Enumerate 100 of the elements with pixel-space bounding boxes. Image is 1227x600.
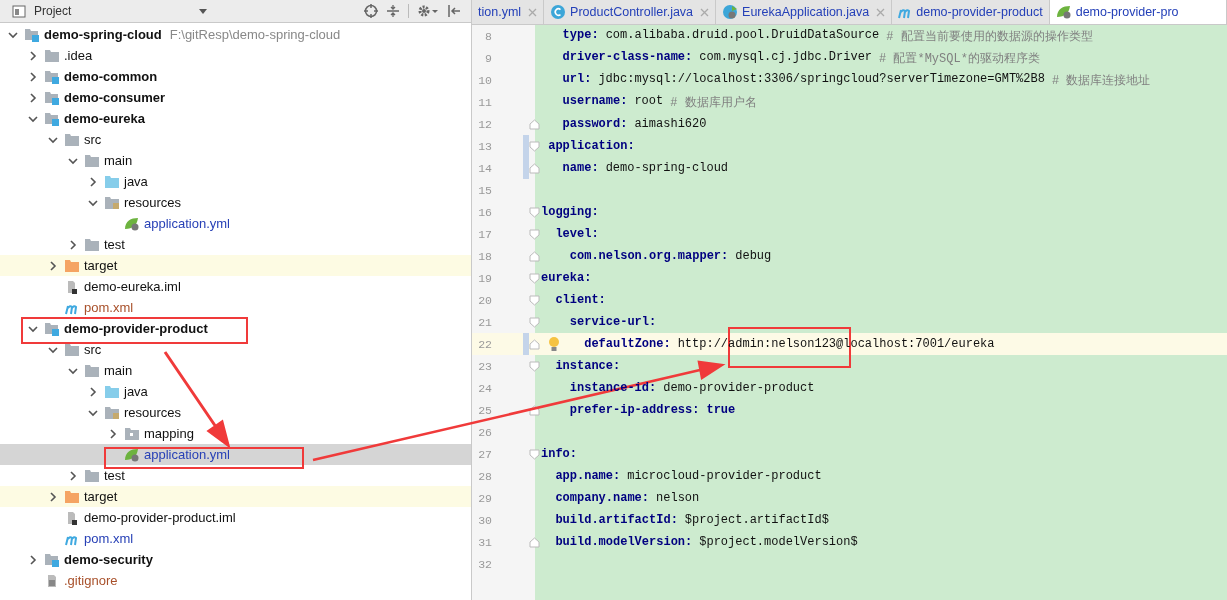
tree-item[interactable]: demo-common <box>0 66 471 87</box>
editor-tab[interactable]: tion.yml <box>472 0 545 24</box>
chevron-right-icon[interactable] <box>68 470 78 481</box>
settings-icon[interactable] <box>417 4 439 18</box>
chevron-right-icon[interactable] <box>28 554 38 565</box>
tree-item[interactable]: java <box>0 171 471 192</box>
editor-tab[interactable]: EurekaApplication.java <box>716 0 893 24</box>
item-label: java <box>124 174 148 189</box>
yaml-key: type: <box>562 27 599 45</box>
tree-item[interactable]: demo-provider-product <box>0 318 471 339</box>
class-icon <box>722 4 739 20</box>
tree-item[interactable]: java <box>0 381 471 402</box>
yaml-value: jdbc:mysql://localhost:3306/springcloud?serverTimezone=GMT%2B8 <box>598 71 1045 88</box>
item-label: demo-common <box>64 69 158 84</box>
collapse-icon[interactable] <box>386 4 400 18</box>
tree-item[interactable]: src <box>0 129 471 150</box>
tree-item[interactable]: src <box>0 339 471 360</box>
yaml-key: logging: <box>541 205 599 219</box>
caret-icon[interactable] <box>199 8 208 14</box>
chevron-right-icon[interactable] <box>68 239 78 250</box>
tree-item[interactable]: main <box>0 360 471 381</box>
yaml-value: root <box>634 93 664 110</box>
chevron-right-icon[interactable] <box>88 386 98 397</box>
item-label: demo-eureka <box>64 111 145 126</box>
chevron-down-icon[interactable] <box>48 134 58 145</box>
editor-tab[interactable]: demo-provider-pro <box>1049 0 1227 24</box>
chevron-down-icon[interactable] <box>88 407 98 418</box>
yaml-key: username: <box>562 93 628 111</box>
tree-item[interactable]: demo-eureka <box>0 108 471 129</box>
line-number: 14 <box>477 161 492 175</box>
chevron-right-icon[interactable] <box>28 50 38 61</box>
tree-item[interactable]: main <box>0 150 471 171</box>
tree-item[interactable]: demo-eureka.iml <box>0 276 471 297</box>
folder-icon <box>64 489 80 504</box>
fold-icon[interactable] <box>529 405 540 416</box>
tree-item[interactable]: demo-spring-cloud F:\gitResp\demo-spring-cloud <box>0 24 471 45</box>
tree-item[interactable]: .idea <box>0 45 471 66</box>
yaml-key: eureka: <box>541 271 592 285</box>
class-icon <box>550 4 567 20</box>
folder-icon <box>64 258 80 273</box>
chevron-down-icon[interactable] <box>28 113 38 124</box>
item-label: pom.xml <box>84 300 134 315</box>
panel-title[interactable]: Project <box>34 4 72 18</box>
yaml-value: demo-spring-cloud <box>605 161 729 175</box>
item-label: pom.xml <box>84 531 134 546</box>
chevron-right-icon[interactable] <box>88 176 98 187</box>
yaml-key: password: <box>562 117 628 131</box>
tree-item[interactable]: resources <box>0 402 471 423</box>
chevron-down-icon[interactable] <box>8 29 18 40</box>
chevron-right-icon[interactable] <box>28 71 38 82</box>
chevron-right-icon[interactable] <box>48 491 58 502</box>
yaml-value: aimashi620 <box>634 117 707 131</box>
tree-item[interactable]: pom.xml <box>0 528 471 549</box>
hide-icon[interactable] <box>447 4 461 18</box>
chevron-down-icon[interactable] <box>68 365 78 376</box>
tree-item[interactable]: application.yml <box>0 444 471 465</box>
folder-icon <box>84 363 100 378</box>
editor-tab[interactable]: ProductController.java <box>544 0 717 24</box>
chevron-right-icon[interactable] <box>28 92 38 103</box>
yaml-key: driver-class-name: <box>562 49 693 67</box>
resource-folder-icon <box>104 405 120 420</box>
item-label: src <box>84 342 102 357</box>
light-bulb-icon[interactable] <box>548 336 560 352</box>
line-number: 29 <box>477 491 492 505</box>
crosshair-icon[interactable] <box>364 4 378 18</box>
chevron-down-icon[interactable] <box>88 197 98 208</box>
tree-item[interactable]: resources <box>0 192 471 213</box>
leaf-icon <box>1055 5 1072 19</box>
item-label: resources <box>124 195 182 210</box>
line-number: 32 <box>477 557 492 571</box>
tree-item[interactable]: demo-security <box>0 549 471 570</box>
line-number: 23 <box>477 359 492 373</box>
tree-item[interactable]: demo-consumer <box>0 87 471 108</box>
tree-item[interactable]: test <box>0 465 471 486</box>
tree-item[interactable]: application.yml <box>0 213 471 234</box>
item-label: main <box>104 363 133 378</box>
chevron-right-icon[interactable] <box>108 428 118 439</box>
chevron-down-icon[interactable] <box>48 344 58 355</box>
folder-icon <box>104 174 120 189</box>
line-number: 27 <box>477 447 492 461</box>
tree-item[interactable]: mapping <box>0 423 471 444</box>
chevron-right-icon[interactable] <box>48 260 58 271</box>
folder-icon <box>84 237 100 252</box>
chevron-down-icon[interactable] <box>28 323 38 334</box>
yaml-key: prefer-ip-address: <box>569 403 700 417</box>
tree-item[interactable]: target <box>0 486 471 507</box>
tree-item[interactable]: demo-provider-product.iml <box>0 507 471 528</box>
folder-icon <box>44 48 60 63</box>
editor-tab[interactable]: demo-provider-product <box>892 0 1050 24</box>
tree-item[interactable]: .gitignore <box>0 570 471 591</box>
chevron-down-icon[interactable] <box>68 155 78 166</box>
tree-item[interactable]: pom.xml <box>0 297 471 318</box>
line-number: 22 <box>477 337 492 351</box>
code-comment: # 数据库用户名 <box>670 94 757 111</box>
code-comment: # 配置当前要使用的数据源的操作类型 <box>886 28 1093 45</box>
line-number: 20 <box>477 293 492 307</box>
yaml-key: url: <box>562 71 592 89</box>
tree-item[interactable]: target <box>0 255 471 276</box>
tree-item[interactable]: test <box>0 234 471 255</box>
module-folder-icon <box>44 111 60 126</box>
